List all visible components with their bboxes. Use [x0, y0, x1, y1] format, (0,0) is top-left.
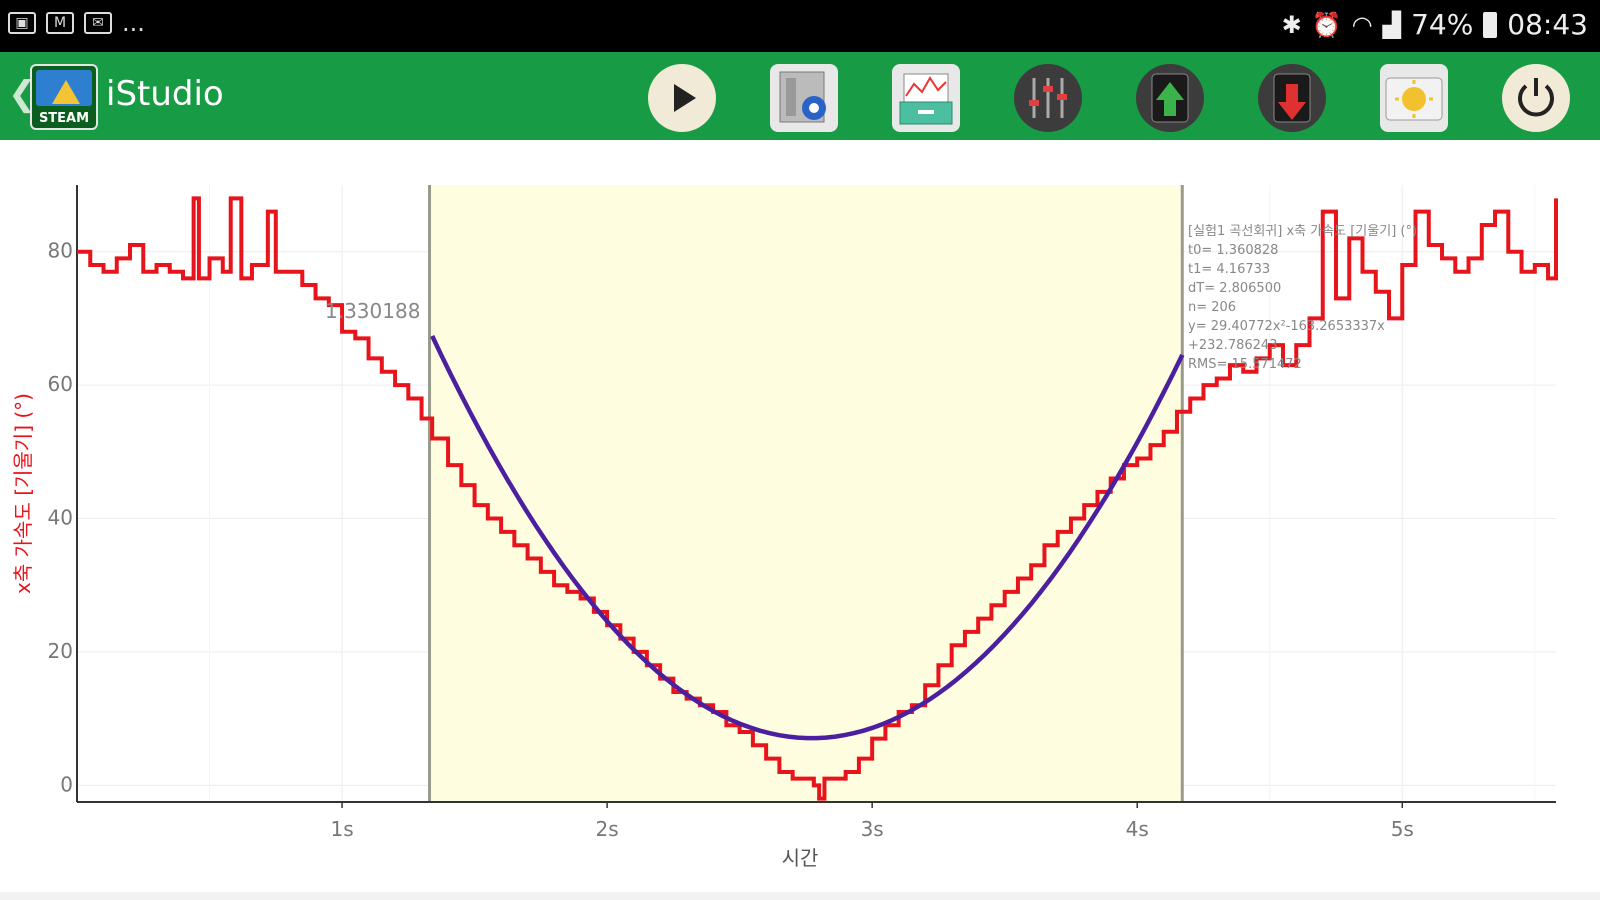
status-bar: ▣ M ✉ ... ✱ ⏰ ◠ ▟ 74% 08:43 [0, 0, 1600, 52]
regression-info-line: RMS= 15.571472 [1188, 357, 1302, 372]
y-tick-label: 20 [48, 639, 73, 663]
battery-icon [1483, 11, 1498, 38]
regression-info-line: [실험1 곡선회귀] x축 가속도 [기울기] (°) [1188, 224, 1417, 239]
flask-icon [52, 80, 80, 104]
x-axis-label: 시간 [782, 846, 819, 870]
upload-button[interactable] [1136, 64, 1204, 132]
bluetooth-icon: ✱ [1281, 10, 1302, 39]
alarm-icon: ⏰ [1311, 10, 1342, 39]
gmail-icon: M [46, 12, 74, 34]
app-bar: ❮ STEAM iStudio [0, 52, 1600, 140]
download-button[interactable] [1258, 64, 1326, 132]
y-tick-label: 60 [48, 372, 73, 396]
wifi-icon: ◠ [1351, 10, 1373, 39]
x-tick-label: 3s [861, 817, 884, 841]
mail-icon: ✉ [84, 12, 112, 34]
data-box-icon [899, 73, 953, 125]
regression-info-line: y= 29.40772x²-163.2653337x [1188, 319, 1385, 334]
selection-region[interactable] [429, 185, 1183, 802]
sun-camera-icon [1385, 77, 1443, 121]
signal-icon: ▟ [1382, 10, 1402, 39]
play-icon [674, 84, 696, 112]
regression-info: [실험1 곡선회귀] x축 가속도 [기울기] (°) t0= 1.360828 t… [1188, 224, 1417, 372]
regression-info-line: n= 206 [1188, 300, 1236, 315]
equalizer-button[interactable] [1014, 64, 1082, 132]
x-tick-label: 1s [330, 817, 353, 841]
equalizer-icon [1029, 78, 1067, 118]
status-right: ✱ ⏰ ◠ ▟ 74% 08:43 [1282, 8, 1588, 41]
logo-text: STEAM [38, 111, 90, 126]
regression-info-line: +232.786243 [1188, 338, 1277, 353]
regression-info-line: t0= 1.360828 [1188, 243, 1278, 258]
settings-icon [779, 71, 826, 123]
app-logo[interactable]: STEAM [30, 64, 98, 130]
bottom-edge [0, 892, 1600, 900]
status-left-icons: ▣ M ✉ ... [8, 9, 145, 37]
upload-sd-icon [1151, 73, 1189, 123]
chart[interactable]: 0 20 40 60 80 1s 2s 3s 4s 5s 1.330188 시간 x축 가속도 [… [0, 140, 1600, 892]
app-title: iStudio [106, 74, 224, 114]
play-button[interactable] [648, 64, 716, 132]
y-tick-label: 0 [60, 772, 73, 796]
gallery-icon: ▣ [8, 12, 36, 34]
overflow-text: ... [122, 9, 145, 37]
y-tick-label: 40 [48, 506, 73, 530]
x-tick-label: 5s [1391, 817, 1414, 841]
sun-camera-button[interactable] [1380, 64, 1448, 132]
battery-percent: 74% [1411, 8, 1474, 41]
clock-time: 08:43 [1507, 8, 1588, 41]
download-sd-icon [1273, 73, 1311, 123]
regression-info-line: dT= 2.806500 [1188, 281, 1281, 296]
y-tick-label: 80 [48, 239, 73, 263]
power-button[interactable] [1502, 64, 1570, 132]
data-box-button[interactable] [892, 64, 960, 132]
power-icon [1518, 78, 1554, 117]
cursor-time-label: 1.330188 [325, 299, 420, 323]
regression-info-line: t1= 4.16733 [1188, 262, 1270, 277]
x-tick-label: 4s [1126, 817, 1149, 841]
x-tick-label: 2s [596, 817, 619, 841]
y-axis-label: x축 가속도 [기울기] (°) [11, 393, 35, 594]
settings-button[interactable] [770, 64, 838, 132]
